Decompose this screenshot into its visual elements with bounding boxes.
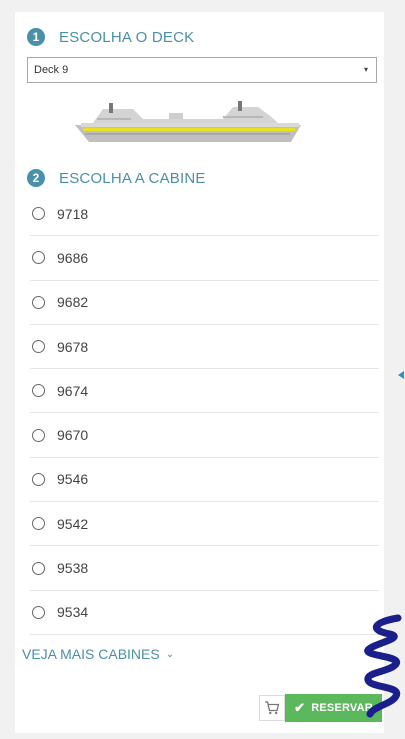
dropdown-arrow-icon: ▾: [363, 65, 368, 74]
booking-panel: 1 ESCOLHA O DECK Deck 9 ▾ 2 ESCOLHA A CA…: [15, 12, 384, 733]
step-title-deck: ESCOLHA O DECK: [59, 28, 195, 46]
cabin-label: 9670: [57, 427, 89, 444]
deck-select-value: Deck 9: [34, 64, 69, 76]
cabin-label: 9718: [57, 205, 89, 222]
cabin-label: 9538: [57, 560, 89, 577]
chevron-down-icon: ⌄: [165, 648, 175, 660]
cabin-label: 9542: [57, 515, 89, 532]
cabin-option[interactable]: 9534: [30, 591, 379, 635]
cabin-option[interactable]: 9682: [30, 281, 379, 325]
cabin-label: 9546: [57, 471, 89, 488]
cabin-label: 9674: [57, 382, 89, 399]
radio-button[interactable]: [32, 340, 45, 354]
radio-button[interactable]: [32, 517, 45, 531]
cabin-option[interactable]: 9686: [30, 236, 379, 281]
step-deck-header: 1 ESCOLHA O DECK: [27, 26, 194, 48]
see-more-cabins-link[interactable]: VEJA MAIS CABINES ⌄: [22, 646, 174, 662]
cabin-label: 9686: [57, 249, 89, 266]
step-cabin-header: 2 ESCOLHA A CABINE: [27, 167, 206, 189]
cabin-option[interactable]: 9542: [30, 502, 379, 547]
chat-widget-icon[interactable]: [360, 614, 405, 719]
cabin-list: 9718 9686 9682 9678 9674 9670 9546 9542 …: [30, 192, 379, 635]
radio-button[interactable]: [32, 251, 45, 265]
radio-button[interactable]: [32, 428, 45, 442]
step-number-1: 1: [27, 28, 45, 46]
cabin-label: 9534: [57, 604, 89, 621]
cabin-option[interactable]: 9718: [30, 192, 379, 237]
step-title-cabin: ESCOLHA A CABINE: [59, 169, 206, 187]
deck-select[interactable]: Deck 9 ▾: [27, 57, 377, 83]
cabin-option[interactable]: 9678: [30, 325, 379, 370]
cabin-option[interactable]: 9546: [30, 458, 379, 503]
cabin-option[interactable]: 9670: [30, 413, 379, 458]
cart-icon: [265, 701, 280, 715]
radio-button[interactable]: [32, 472, 45, 486]
cabin-label: 9682: [57, 294, 89, 311]
cabin-label: 9678: [57, 338, 89, 355]
side-arrow-icon[interactable]: [398, 371, 404, 379]
radio-button[interactable]: [32, 605, 45, 619]
see-more-cabins-label: VEJA MAIS CABINES: [22, 646, 160, 662]
ship-image: [75, 101, 301, 142]
radio-button[interactable]: [32, 561, 45, 575]
cabin-option[interactable]: 9538: [30, 546, 379, 591]
step-number-2: 2: [27, 169, 45, 187]
check-icon: ✔: [294, 700, 306, 715]
cabin-option[interactable]: 9674: [30, 369, 379, 414]
radio-button[interactable]: [32, 207, 45, 221]
cart-button[interactable]: [259, 695, 285, 721]
radio-button[interactable]: [32, 295, 45, 309]
radio-button[interactable]: [32, 384, 45, 398]
